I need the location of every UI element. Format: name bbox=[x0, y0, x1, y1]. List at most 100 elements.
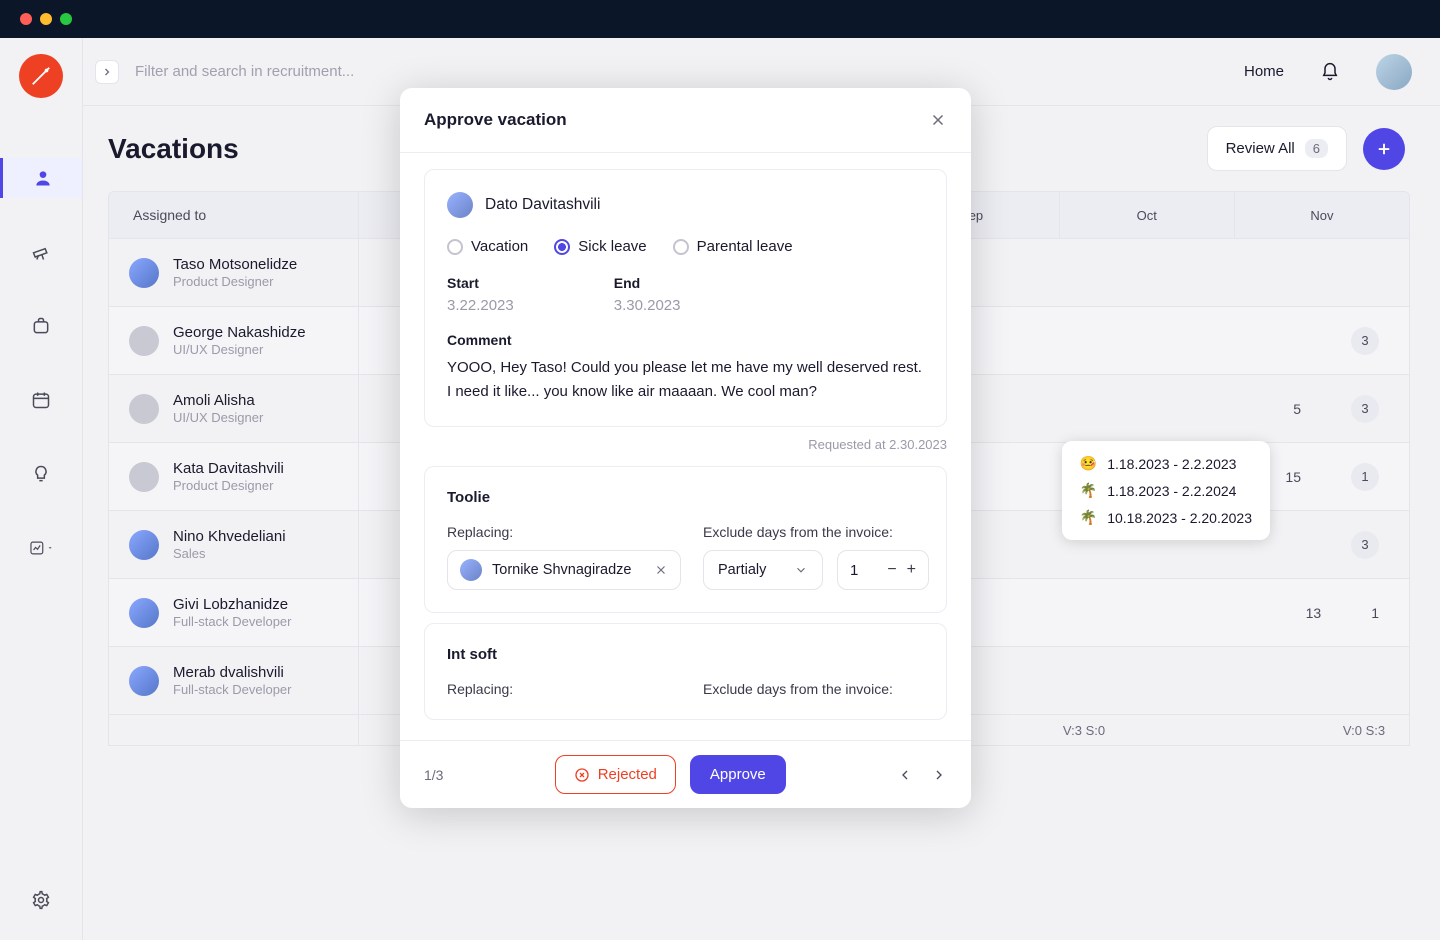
reject-button[interactable]: Rejected bbox=[555, 755, 676, 794]
start-label: Start bbox=[447, 275, 514, 291]
person-row[interactable]: Givi Lobzhanidze Full-stack Developer bbox=[109, 579, 358, 647]
nav-briefcase[interactable] bbox=[0, 306, 82, 346]
nav-analytics[interactable] bbox=[0, 528, 82, 568]
next-request-button[interactable] bbox=[931, 767, 947, 783]
person-row[interactable]: Kata Davitashvili Product Designer bbox=[109, 443, 358, 511]
person-name: Givi Lobzhanidze bbox=[173, 596, 292, 614]
remove-replacing-button[interactable] bbox=[654, 563, 668, 577]
chart-icon bbox=[29, 536, 53, 560]
app-logo[interactable] bbox=[19, 54, 63, 98]
tooltip-emoji: 🌴 bbox=[1080, 482, 1097, 499]
person-name: George Nakashidze bbox=[173, 324, 306, 342]
person-row[interactable]: Nino Khvedeliani Sales bbox=[109, 511, 358, 579]
review-all-label: Review All bbox=[1226, 140, 1295, 157]
step-plus[interactable]: + bbox=[907, 561, 916, 579]
prev-request-button[interactable] bbox=[897, 767, 913, 783]
nav-calendar[interactable] bbox=[0, 380, 82, 420]
radio-parental[interactable]: Parental leave bbox=[673, 238, 793, 255]
month-header: Nov bbox=[1234, 192, 1409, 238]
window-title-bar bbox=[0, 0, 1440, 38]
count-chip[interactable]: 3 bbox=[1351, 327, 1379, 355]
summary-cell: V:3 S:0 bbox=[1054, 723, 1114, 738]
notifications-button[interactable] bbox=[1320, 62, 1340, 82]
person-row[interactable]: Taso Motsonelidze Product Designer bbox=[109, 239, 358, 307]
comment-text: YOOO, Hey Taso! Could you please let me … bbox=[447, 356, 924, 404]
person-avatar bbox=[129, 666, 159, 696]
requested-at: Requested at 2.30.2023 bbox=[424, 437, 947, 452]
approve-button[interactable]: Approve bbox=[690, 755, 786, 794]
step-minus[interactable]: − bbox=[887, 561, 896, 579]
count-chip[interactable]: 3 bbox=[1351, 531, 1379, 559]
section-intsoft-title: Int soft bbox=[447, 646, 924, 663]
requester-avatar bbox=[447, 192, 473, 218]
person-role: Product Designer bbox=[173, 274, 297, 289]
home-link[interactable]: Home bbox=[1244, 63, 1284, 80]
radio-sick[interactable]: Sick leave bbox=[554, 238, 646, 255]
person-role: Full-stack Developer bbox=[173, 682, 292, 697]
chevron-right-icon bbox=[101, 66, 113, 78]
count-chip[interactable]: 3 bbox=[1351, 395, 1379, 423]
telescope-icon bbox=[29, 240, 53, 264]
traffic-minimize[interactable] bbox=[40, 13, 52, 25]
collapse-sidebar-button[interactable] bbox=[95, 60, 119, 84]
chevron-left-icon bbox=[897, 767, 913, 783]
exclude-label-2: Exclude days from the invoice: bbox=[703, 681, 893, 697]
review-all-button[interactable]: Review All 6 bbox=[1207, 126, 1347, 171]
replacing-avatar bbox=[460, 559, 482, 581]
user-icon bbox=[31, 166, 55, 190]
tooltip-row: 🤒 1.18.2023 - 2.2.2023 bbox=[1080, 455, 1252, 472]
modal-title: Approve vacation bbox=[424, 110, 567, 130]
tooltip-row: 🌴 1.18.2023 - 2.2.2024 bbox=[1080, 482, 1252, 499]
exclude-mode-select[interactable]: Partialy bbox=[703, 550, 823, 590]
start-date: 3.22.2023 bbox=[447, 297, 514, 314]
user-avatar[interactable] bbox=[1376, 54, 1412, 90]
count-chip[interactable]: 1 bbox=[1351, 463, 1379, 491]
month-header: Oct bbox=[1059, 192, 1234, 238]
person-row[interactable]: Amoli Alisha UI/UX Designer bbox=[109, 375, 358, 443]
person-name: Merab dvalishvili bbox=[173, 664, 292, 682]
nav-telescope[interactable] bbox=[0, 232, 82, 272]
person-name: Nino Khvedeliani bbox=[173, 528, 286, 546]
calendar-icon bbox=[29, 388, 53, 412]
exclude-days-stepper[interactable]: 1 − + bbox=[837, 550, 929, 590]
plus-icon bbox=[1375, 140, 1393, 158]
traffic-zoom[interactable] bbox=[60, 13, 72, 25]
person-avatar bbox=[129, 462, 159, 492]
leave-type-radios: Vacation Sick leave Parental leave bbox=[447, 238, 924, 255]
tooltip-text: 1.18.2023 - 2.2.2023 bbox=[1107, 456, 1236, 472]
nav-people[interactable] bbox=[0, 158, 82, 198]
close-icon bbox=[654, 563, 668, 577]
traffic-close[interactable] bbox=[20, 13, 32, 25]
replacing-name: Tornike Shvnagiradze bbox=[492, 562, 631, 578]
section-toolie-title: Toolie bbox=[447, 489, 924, 506]
person-role: Sales bbox=[173, 546, 286, 561]
modal-pager: 1/3 bbox=[424, 767, 443, 783]
replacing-label: Replacing: bbox=[447, 524, 681, 540]
tooltip-emoji: 🌴 bbox=[1080, 509, 1097, 526]
tooltip-row: 🌴 10.18.2023 - 2.20.2023 bbox=[1080, 509, 1252, 526]
tooltip-text: 1.18.2023 - 2.2.2024 bbox=[1107, 483, 1236, 499]
search-input[interactable]: Filter and search in recruitment... bbox=[135, 63, 1228, 80]
sidebar bbox=[0, 38, 83, 940]
chevron-down-icon bbox=[47, 544, 53, 552]
person-avatar bbox=[129, 326, 159, 356]
approve-vacation-modal: Approve vacation Dato Davitashvili Vacat… bbox=[400, 88, 971, 808]
assigned-header: Assigned to bbox=[109, 192, 358, 239]
person-row[interactable]: George Nakashidze UI/UX Designer bbox=[109, 307, 358, 375]
person-row[interactable]: Merab dvalishvili Full-stack Developer bbox=[109, 647, 358, 715]
nav-settings[interactable] bbox=[0, 880, 82, 920]
tooltip-text: 10.18.2023 - 2.20.2023 bbox=[1107, 510, 1252, 526]
tooltip-emoji: 🤒 bbox=[1080, 455, 1097, 472]
close-modal-button[interactable] bbox=[929, 111, 947, 129]
close-icon bbox=[929, 111, 947, 129]
add-button[interactable] bbox=[1363, 128, 1405, 170]
replacing-label-2: Replacing: bbox=[447, 681, 681, 697]
nav-idea[interactable] bbox=[0, 454, 82, 494]
person-name: Amoli Alisha bbox=[173, 392, 263, 410]
radio-vacation[interactable]: Vacation bbox=[447, 238, 528, 255]
timeline-number: 1 bbox=[1371, 605, 1379, 621]
requester-name: Dato Davitashvili bbox=[485, 196, 600, 214]
chevron-down-icon bbox=[794, 563, 808, 577]
vacation-tooltip: 🤒 1.18.2023 - 2.2.2023 🌴 1.18.2023 - 2.2.20… bbox=[1062, 441, 1270, 540]
replacing-chip[interactable]: Tornike Shvnagiradze bbox=[447, 550, 681, 590]
